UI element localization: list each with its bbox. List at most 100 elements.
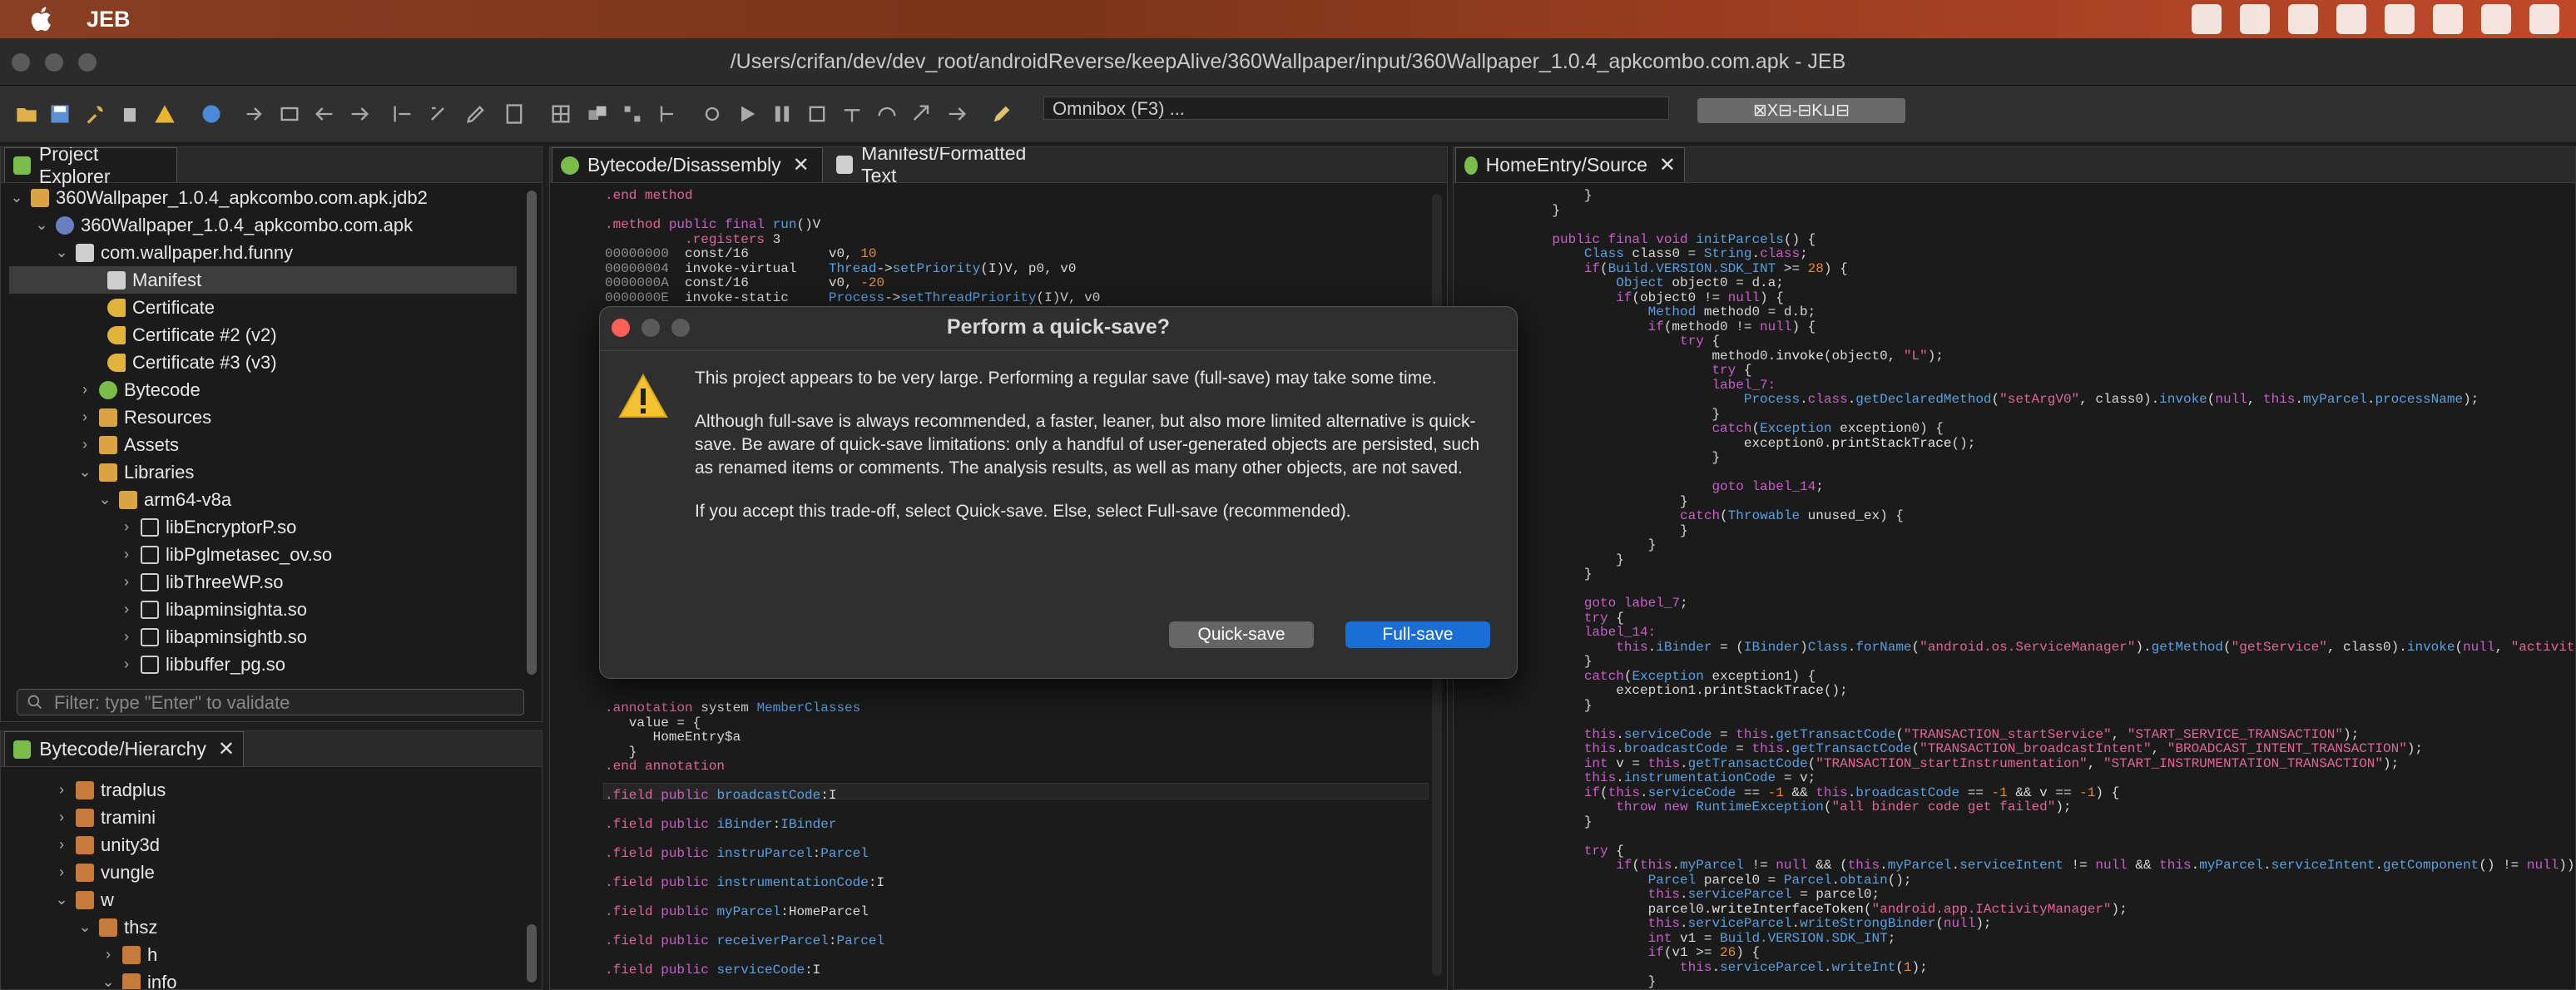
s-app-icon[interactable]	[2433, 4, 2463, 34]
step-in-icon[interactable]	[243, 102, 266, 126]
omnibox-input[interactable]: Omnibox (F3) ...	[1043, 97, 1669, 120]
omnibox-button[interactable]: ⊠X⊟-⊟K⊔⊟	[1697, 98, 1905, 123]
tree-item[interactable]: ⌄ com.wallpaper.hd.funny	[54, 239, 293, 266]
tree-item[interactable]: Certificate #2 (v2)	[101, 321, 277, 349]
tree-item[interactable]: › h	[101, 941, 157, 968]
youdao-icon[interactable]	[2385, 4, 2415, 34]
grid-icon[interactable]	[549, 102, 572, 126]
tree-item[interactable]: ⌄ Libraries	[77, 458, 194, 486]
chevron-right-icon[interactable]: ›	[54, 864, 69, 881]
debug-settings-icon[interactable]	[701, 102, 724, 126]
tree-item[interactable]: ⌄ w	[54, 886, 113, 913]
tree-item[interactable]: › tradplus	[54, 776, 166, 804]
tree-item-manifest[interactable]: Manifest	[9, 266, 517, 294]
chevron-right-icon[interactable]: ›	[54, 809, 69, 826]
apple-icon[interactable]	[28, 5, 57, 33]
chevron-down-icon[interactable]: ⌄	[54, 891, 69, 908]
hierarchy-icon[interactable]	[656, 102, 679, 126]
tab-bytecode-disassembly[interactable]: Bytecode/Disassembly ✕	[552, 147, 823, 182]
tree-item[interactable]: ⌄ info	[101, 968, 176, 989]
notification-icon[interactable]	[2336, 4, 2366, 34]
tree-icon[interactable]	[621, 102, 644, 126]
delete-icon[interactable]	[118, 102, 141, 126]
save-icon[interactable]	[48, 102, 72, 126]
run-icon[interactable]	[736, 102, 759, 126]
source-code[interactable]: } } public final void initParcels() { Cl…	[1520, 188, 2575, 989]
hierarchy-scrollbar[interactable]	[527, 924, 537, 983]
chevron-right-icon[interactable]: ›	[119, 546, 134, 563]
input-method-icon[interactable]	[2192, 4, 2222, 34]
tree-item[interactable]: › tramini	[54, 804, 156, 831]
tree-item[interactable]: › Assets	[77, 431, 179, 458]
chevron-down-icon[interactable]: ⌄	[54, 244, 69, 261]
back-icon[interactable]	[313, 102, 336, 126]
chevron-right-icon[interactable]: ›	[119, 628, 134, 646]
pause-icon[interactable]	[770, 102, 794, 126]
chevron-right-icon[interactable]: ›	[119, 601, 134, 618]
filter-input[interactable]: Filter: type "Enter" to validate	[17, 689, 524, 715]
layers-icon[interactable]	[586, 102, 609, 126]
decompile-icon[interactable]	[503, 102, 526, 126]
step-into-icon[interactable]	[840, 102, 864, 126]
run-to-line-icon[interactable]	[945, 102, 968, 126]
chevron-right-icon[interactable]: ›	[77, 381, 92, 398]
step-over-debug-icon[interactable]	[875, 102, 899, 126]
tree-item[interactable]: › Bytecode	[77, 376, 201, 403]
close-tab-icon[interactable]: ✕	[218, 737, 235, 761]
explorer-scrollbar[interactable]	[527, 191, 537, 675]
tree-item[interactable]: ⌄ 360Wallpaper_1.0.4_apkcombo.com.apk	[34, 211, 413, 239]
chevron-down-icon[interactable]: ⌄	[77, 463, 92, 481]
disassembly-code-bottom[interactable]: .annotation system MemberClasses value =…	[605, 700, 884, 978]
extra-status-icon[interactable]	[2529, 4, 2559, 34]
tree-item[interactable]: › libapminsightb.so	[119, 623, 307, 651]
chevron-right-icon[interactable]: ›	[119, 656, 134, 673]
chevron-right-icon[interactable]: ›	[119, 518, 134, 536]
brush-icon[interactable]	[990, 102, 1013, 126]
tree-item[interactable]: › libEncryptorP.so	[119, 513, 296, 541]
wrench-icon[interactable]	[83, 102, 107, 126]
chevron-right-icon[interactable]: ›	[77, 408, 92, 426]
close-tab-icon[interactable]: ✕	[793, 153, 810, 177]
chevron-down-icon[interactable]: ⌄	[9, 189, 24, 206]
step-out-icon[interactable]	[910, 102, 934, 126]
chevron-right-icon[interactable]: ›	[77, 436, 92, 453]
tree-item[interactable]: Certificate #3 (v3)	[101, 349, 277, 376]
chevron-down-icon[interactable]: ⌄	[97, 491, 112, 508]
disassembly-code-top[interactable]: .end method .method public final run()V …	[605, 188, 1100, 305]
chevron-right-icon[interactable]: ›	[101, 946, 116, 963]
tab-manifest-formatted[interactable]: Manifest/Formatted Text	[828, 147, 1058, 186]
quick-save-button[interactable]: Quick-save	[1169, 621, 1314, 648]
chevron-down-icon[interactable]: ⌄	[101, 973, 116, 989]
globe-icon[interactable]	[200, 102, 223, 126]
forward-icon[interactable]	[348, 102, 371, 126]
tree-item[interactable]: › libThreeWP.so	[119, 568, 283, 596]
chevron-down-icon[interactable]: ⌄	[77, 918, 92, 936]
tree-item[interactable]: › unity3d	[54, 831, 160, 859]
full-save-button[interactable]: Full-save	[1345, 621, 1490, 648]
xref-icon[interactable]	[391, 102, 414, 126]
wechat-icon[interactable]	[2288, 4, 2318, 34]
horse-icon[interactable]	[2481, 4, 2511, 34]
tree-item[interactable]: › libbuffer_pg.so	[119, 651, 285, 678]
pencil-icon[interactable]	[464, 102, 488, 126]
tree-item[interactable]: ⌄ 360Wallpaper_1.0.4_apkcombo.com.apk.jdb…	[9, 184, 427, 211]
tree-item[interactable]: › libapminsighta.so	[119, 596, 307, 623]
chevron-right-icon[interactable]: ›	[54, 836, 69, 854]
tree-item[interactable]: ⌄ arm64-v8a	[97, 486, 231, 513]
tree-item[interactable]: › libPglmetasec_ov.so	[119, 541, 332, 568]
tree-item[interactable]: › Resources	[77, 403, 211, 431]
step-over-icon[interactable]	[278, 102, 301, 126]
tab-project-explorer[interactable]: Project Explorer	[4, 147, 177, 187]
stop-icon[interactable]	[805, 102, 829, 126]
app-menu-jeb[interactable]: JEB	[87, 7, 131, 32]
chevron-down-icon[interactable]: ⌄	[34, 216, 49, 234]
chevron-right-icon[interactable]: ›	[119, 573, 134, 591]
wps-icon[interactable]	[2240, 4, 2270, 34]
close-tab-icon[interactable]: ✕	[1659, 153, 1676, 177]
comment-icon[interactable]	[426, 102, 449, 126]
tree-item[interactable]: › vungle	[54, 859, 155, 886]
open-folder-icon[interactable]	[15, 102, 38, 126]
tab-homeentry-source[interactable]: HomeEntry/Source ✕	[1455, 147, 1685, 182]
tree-item[interactable]: ⌄ thsz	[77, 913, 157, 941]
tree-item[interactable]: Certificate	[101, 294, 215, 321]
